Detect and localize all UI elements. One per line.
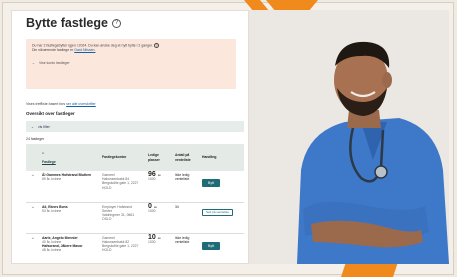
capacity-cell: 96 av 1000 [146, 171, 173, 203]
table-row: ⌄ Ål Gammes Hofstrand Bluthen 69 år, kvi… [26, 171, 244, 203]
notice-text: Du har 2 fastlegebytter igjen i 2024. Du… [32, 43, 154, 48]
help-circle-icon[interactable]: ? [154, 43, 160, 48]
gp-name-cell: Ali, Eknes Bons 53 år, kvinne [40, 202, 100, 234]
header-office: Fastlegekontor [100, 144, 146, 171]
office-cell: Gammel Hakonsenbakk 82 Bergskollie gate … [100, 233, 146, 263]
gp-name: Ali, Eknes Bons [42, 204, 68, 209]
expand-label: Vise konto fastleger [38, 61, 70, 66]
switch-gp-button[interactable]: Bytt [202, 179, 221, 188]
table-row: ⌄ Aarle, Angelo Mennier 40 år, kvinne Ha… [26, 233, 244, 263]
chevron-down-icon: ⌄ [32, 61, 35, 66]
current-gp-link[interactable]: Gard Nilssen. [74, 48, 95, 52]
office-city: OSLO [102, 217, 112, 222]
filter-label: vis filter [37, 124, 50, 129]
header-waitlist: Antall på venteliste [173, 144, 200, 171]
table-header-row: A Fastlege Fastlegekontor Ledige plasser… [26, 144, 244, 171]
capacity-unit: av [157, 235, 161, 240]
capacity-total: 1000 [148, 208, 156, 213]
show-all-link[interactable]: ser alle overskrifter [66, 102, 96, 106]
chevron-down-icon: ⌄ [31, 124, 34, 129]
action-cell: Bytt [200, 171, 244, 203]
update-text: Vises treffliste basert fors [26, 102, 66, 106]
row-expand-chevron-icon[interactable]: ⌄ [26, 171, 40, 203]
header-label: Fastlege [42, 159, 56, 164]
filter-toggle[interactable]: ⌄ vis filter [26, 121, 244, 132]
table-row: ⌄ Ali, Eknes Bons 53 år, kvinne Employer… [26, 202, 244, 234]
sort-indicator: A [42, 151, 45, 155]
gp-details-secondary: 48 år, kvinne [42, 248, 62, 253]
info-notice: Du har 2 fastlegebytter igjen i 2024. Du… [26, 39, 236, 89]
action-cell: Sett på venteliste [200, 202, 244, 234]
help-circle-icon[interactable]: ? [111, 18, 121, 28]
page-title: Bytte fastlege [26, 16, 108, 30]
waitlist-cell: Ikke ledig venteliste [173, 233, 200, 263]
update-line: Vises treffliste basert fors ser alle ov… [26, 102, 96, 106]
result-count: 24 fastleger [26, 137, 45, 141]
capacity-cell: 10 av 1000 [146, 233, 173, 263]
gp-details: 69 år, kvinne [42, 177, 62, 182]
header-fastlege[interactable]: A Fastlege [40, 144, 100, 171]
capacity-unit: av [153, 204, 158, 209]
expand-gp-toggle[interactable]: ⌄ Vise konto fastleger [32, 61, 230, 65]
doctor-photo [249, 10, 449, 264]
capacity-unit: av [157, 173, 161, 177]
header-toggle-col [26, 144, 40, 171]
waitlist-cell: Ikke ledig venteliste [173, 171, 200, 203]
header-action: Handling [200, 144, 244, 171]
action-cell: Bytt [200, 233, 244, 263]
notice-prefix: Din nåværende fastlege er [32, 48, 74, 53]
gp-name-cell: Aarle, Angelo Mennier 40 år, kvinne Hafs… [40, 233, 100, 263]
join-waitlist-button[interactable]: Sett på venteliste [202, 208, 234, 217]
overview-heading: Oversikt over fastleger [26, 111, 75, 116]
office-city: HOLD [102, 248, 112, 253]
doctor-illustration [249, 10, 449, 264]
notice-line-2: Din nåværende fastlege er Gard Nilssen. [32, 48, 230, 53]
office-cell: Gammel Hakonsenbakk 84 Bergskollie gate … [100, 171, 146, 203]
row-expand-chevron-icon[interactable]: ⌄ [26, 233, 40, 263]
fastlege-page: Bytte fastlege ? Du har 2 fastlegebytter… [11, 10, 249, 264]
office-city: HOLD [102, 185, 112, 190]
gp-details: 53 år, kvinne [42, 208, 62, 213]
header-capacity: Ledige plasser [146, 144, 173, 171]
gp-name-cell: Ål Gammes Hofstrand Bluthen 69 år, kvinn… [40, 171, 100, 203]
gp-name: Aarle, Angelo Mennier [42, 235, 78, 240]
row-expand-chevron-icon[interactable]: ⌄ [26, 202, 40, 234]
title-row: Bytte fastlege ? [26, 16, 121, 30]
gp-table: A Fastlege Fastlegekontor Ledige plasser… [26, 144, 244, 263]
office-cell: Employer Hofstrand Senter Valdringmer 31… [100, 202, 146, 234]
office-address-2: Bergskollie gate 1, 2227 [102, 181, 139, 186]
switch-gp-button[interactable]: Bytt [202, 241, 221, 250]
waitlist-cell: 34 [173, 202, 200, 234]
capacity-cell: 0 av 1000 [146, 202, 173, 234]
